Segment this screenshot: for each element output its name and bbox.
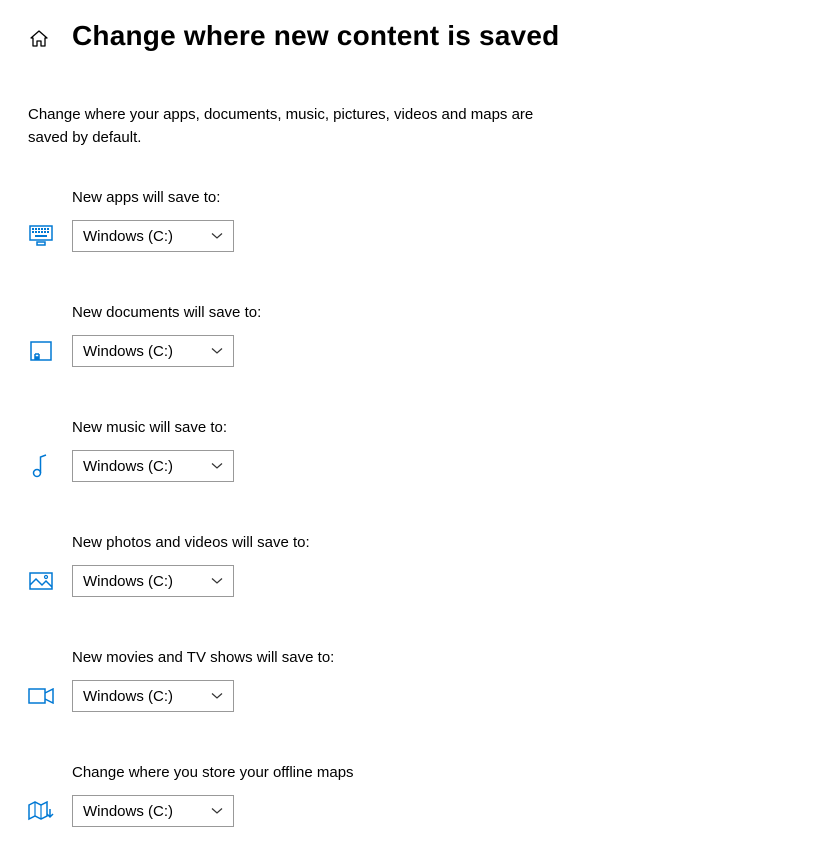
movies-dropdown[interactable]: Windows (C:) (72, 680, 234, 712)
setting-group-music: New music will save to: Windows (C:) (28, 419, 785, 482)
chevron-down-icon (211, 460, 223, 472)
setting-row-music: Windows (C:) (28, 450, 785, 482)
maps-icon (28, 798, 54, 824)
setting-row-maps: Windows (C:) (28, 795, 785, 827)
photos-dropdown[interactable]: Windows (C:) (72, 565, 234, 597)
movies-icon (28, 683, 54, 709)
page-title: Change where new content is saved (72, 20, 559, 52)
setting-group-apps: New apps will save to: (28, 189, 785, 252)
setting-row-documents: Windows (C:) (28, 335, 785, 367)
chevron-down-icon (211, 575, 223, 587)
documents-dropdown[interactable]: Windows (C:) (72, 335, 234, 367)
settings-list: New apps will save to: (28, 189, 785, 827)
setting-label-movies: New movies and TV shows will save to: (72, 649, 785, 666)
setting-label-maps: Change where you store your offline maps (72, 764, 785, 781)
documents-icon (28, 338, 54, 364)
music-dropdown-value: Windows (C:) (83, 458, 173, 475)
apps-dropdown[interactable]: Windows (C:) (72, 220, 234, 252)
setting-group-maps: Change where you store your offline maps… (28, 764, 785, 827)
photos-dropdown-value: Windows (C:) (83, 573, 173, 590)
setting-group-photos: New photos and videos will save to: Wind… (28, 534, 785, 597)
setting-label-documents: New documents will save to: (72, 304, 785, 321)
documents-dropdown-value: Windows (C:) (83, 343, 173, 360)
chevron-down-icon (211, 690, 223, 702)
photos-icon (28, 568, 54, 594)
chevron-down-icon (211, 230, 223, 242)
setting-row-photos: Windows (C:) (28, 565, 785, 597)
maps-dropdown[interactable]: Windows (C:) (72, 795, 234, 827)
music-dropdown[interactable]: Windows (C:) (72, 450, 234, 482)
setting-label-music: New music will save to: (72, 419, 785, 436)
chevron-down-icon (211, 345, 223, 357)
page-description: Change where your apps, documents, music… (28, 104, 573, 149)
chevron-down-icon (211, 805, 223, 817)
home-icon[interactable] (28, 28, 50, 50)
apps-icon (28, 223, 54, 249)
movies-dropdown-value: Windows (C:) (83, 688, 173, 705)
setting-group-documents: New documents will save to: Windows (C:) (28, 304, 785, 367)
setting-label-apps: New apps will save to: (72, 189, 785, 206)
apps-dropdown-value: Windows (C:) (83, 228, 173, 245)
page-header: Change where new content is saved (28, 20, 785, 52)
setting-row-apps: Windows (C:) (28, 220, 785, 252)
maps-dropdown-value: Windows (C:) (83, 803, 173, 820)
setting-group-movies: New movies and TV shows will save to: Wi… (28, 649, 785, 712)
music-icon (28, 453, 54, 479)
setting-row-movies: Windows (C:) (28, 680, 785, 712)
setting-label-photos: New photos and videos will save to: (72, 534, 785, 551)
